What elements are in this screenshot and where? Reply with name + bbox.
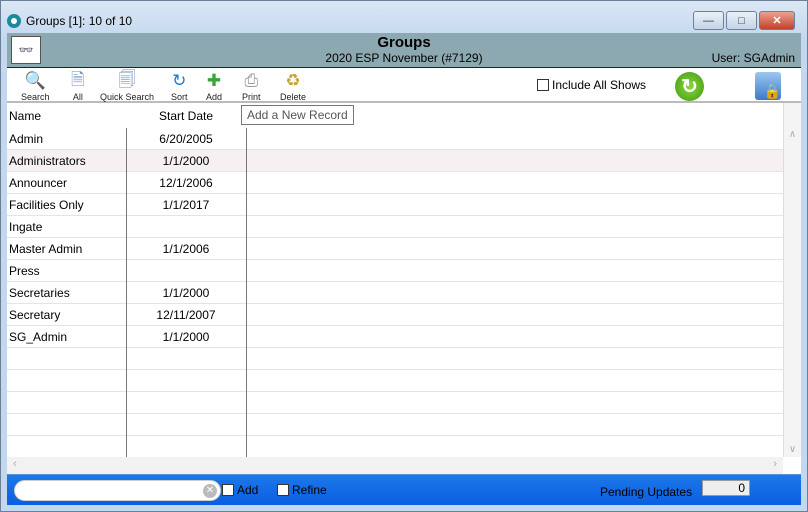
- printer-icon: ⎙: [244, 71, 259, 90]
- bottom-bar: ✕ Add Refine Pending Updates 0: [7, 474, 801, 505]
- cell-name: SG_Admin: [9, 329, 68, 344]
- table-row[interactable]: [7, 370, 783, 392]
- include-all-shows-checkbox[interactable]: Include All Shows: [537, 78, 646, 92]
- table-row[interactable]: Master Admin 1/1/2006: [7, 238, 783, 260]
- cell-name: Administrators: [9, 153, 86, 168]
- column-header-name[interactable]: Name: [7, 109, 126, 123]
- table-row[interactable]: [7, 392, 783, 414]
- add-record-icon: ✚: [206, 71, 222, 90]
- cell-name: Ingate: [9, 219, 43, 234]
- all-button[interactable]: 🗎 All: [71, 69, 85, 103]
- column-header-start-date[interactable]: Start Date: [126, 109, 246, 123]
- vertical-scrollbar[interactable]: ∧ ∨: [783, 103, 801, 457]
- column-divider: [246, 128, 247, 457]
- checkbox-box[interactable]: [222, 484, 234, 496]
- magnifier-icon: 🔍: [24, 71, 46, 90]
- table-row[interactable]: Secretaries 1/1/2000: [7, 282, 783, 304]
- print-button[interactable]: ⎙ Print: [242, 70, 261, 102]
- close-button[interactable]: ✕: [759, 11, 795, 30]
- table-row[interactable]: SG_Admin 1/1/2000: [7, 326, 783, 348]
- maximize-button[interactable]: □: [726, 11, 757, 30]
- table-row[interactable]: Secretary 12/11/2007: [7, 304, 783, 326]
- cell-name: Announcer: [9, 175, 68, 190]
- cell-start-date: 12/1/2006: [159, 175, 213, 190]
- recycle-bin-icon: ♻: [285, 71, 301, 90]
- app-window: Groups [1]: 10 of 10 ― □ ✕ 👓 Groups 2020…: [0, 0, 808, 512]
- table-row[interactable]: Administrators 1/1/2000: [7, 150, 783, 172]
- tools-settings-icon[interactable]: 🔒: [755, 72, 781, 100]
- window-title: Groups [1]: 10 of 10: [26, 14, 133, 28]
- quick-filter-input[interactable]: ✕: [14, 480, 221, 501]
- cell-start-date: 1/1/2017: [162, 197, 210, 212]
- sort-button[interactable]: ↻ Sort: [171, 70, 188, 102]
- cell-name: Press: [9, 263, 40, 278]
- cell-name: Admin: [9, 131, 44, 146]
- cell-start-date: 1/1/2006: [162, 241, 210, 256]
- table-row[interactable]: [7, 348, 783, 370]
- table-row[interactable]: Facilities Only 1/1/2017: [7, 194, 783, 216]
- header-band: 👓 Groups 2020 ESP November (#7129) User:…: [7, 33, 801, 68]
- user-label: User: SGAdmin: [711, 51, 795, 65]
- cell-name: Secretaries: [9, 285, 70, 300]
- table-row[interactable]: Announcer 12/1/2006: [7, 172, 783, 194]
- pending-updates-value: 0: [702, 480, 750, 496]
- refresh-icon[interactable]: ↻: [675, 72, 704, 101]
- add-button[interactable]: ✚ Add: [206, 70, 222, 102]
- checkbox-box[interactable]: [537, 79, 549, 91]
- column-divider: [126, 128, 127, 457]
- sort-icon: ↻: [172, 71, 187, 90]
- tooltip: Add a New Record: [241, 105, 354, 125]
- table-header: Name Start Date: [7, 103, 783, 128]
- page-title: Groups: [377, 34, 431, 51]
- app-icon: [7, 14, 21, 28]
- table-row[interactable]: [7, 436, 783, 457]
- groups-table: Name Start Date Admin 6/20/2005 Administra…: [7, 103, 783, 457]
- toolbar: 🔍 Search 🗎 All 🗐 Quick Search ↻ Sort ✚ Add ⎙ P…: [7, 69, 801, 103]
- minimize-button[interactable]: ―: [693, 11, 724, 30]
- cell-name: Secretary: [9, 307, 61, 322]
- cell-start-date: 12/11/2007: [156, 307, 216, 322]
- cell-name: Master Admin: [9, 241, 83, 256]
- checkbox-box[interactable]: [277, 484, 289, 496]
- refine-checkbox[interactable]: Refine: [277, 483, 327, 497]
- cell-start-date: 1/1/2000: [162, 329, 210, 344]
- table-row[interactable]: Press: [7, 260, 783, 282]
- table-row[interactable]: Admin 6/20/2005: [7, 128, 783, 150]
- pending-updates-label: Pending Updates: [600, 485, 693, 499]
- cell-start-date: 1/1/2000: [162, 285, 210, 300]
- stacked-documents-icon: 🗐: [118, 69, 136, 89]
- show-subtitle: 2020 ESP November (#7129): [325, 51, 483, 65]
- quick-search-button[interactable]: 🗐 Quick Search: [100, 69, 154, 103]
- cell-start-date: 1/1/2000: [162, 153, 210, 168]
- documents-icon: 🗎: [71, 69, 85, 89]
- clear-icon[interactable]: ✕: [203, 484, 217, 498]
- table-row[interactable]: Ingate: [7, 216, 783, 238]
- search-button[interactable]: 🔍 Search: [21, 70, 50, 102]
- title-bar: Groups [1]: 10 of 10: [7, 11, 132, 31]
- horizontal-scrollbar[interactable]: ‹ ›: [7, 457, 783, 474]
- cell-start-date: 6/20/2005: [159, 131, 213, 146]
- cell-name: Facilities Only: [9, 197, 84, 212]
- add-checkbox[interactable]: Add: [222, 483, 258, 497]
- delete-button[interactable]: ♻ Delete: [280, 70, 306, 102]
- table-row[interactable]: [7, 414, 783, 436]
